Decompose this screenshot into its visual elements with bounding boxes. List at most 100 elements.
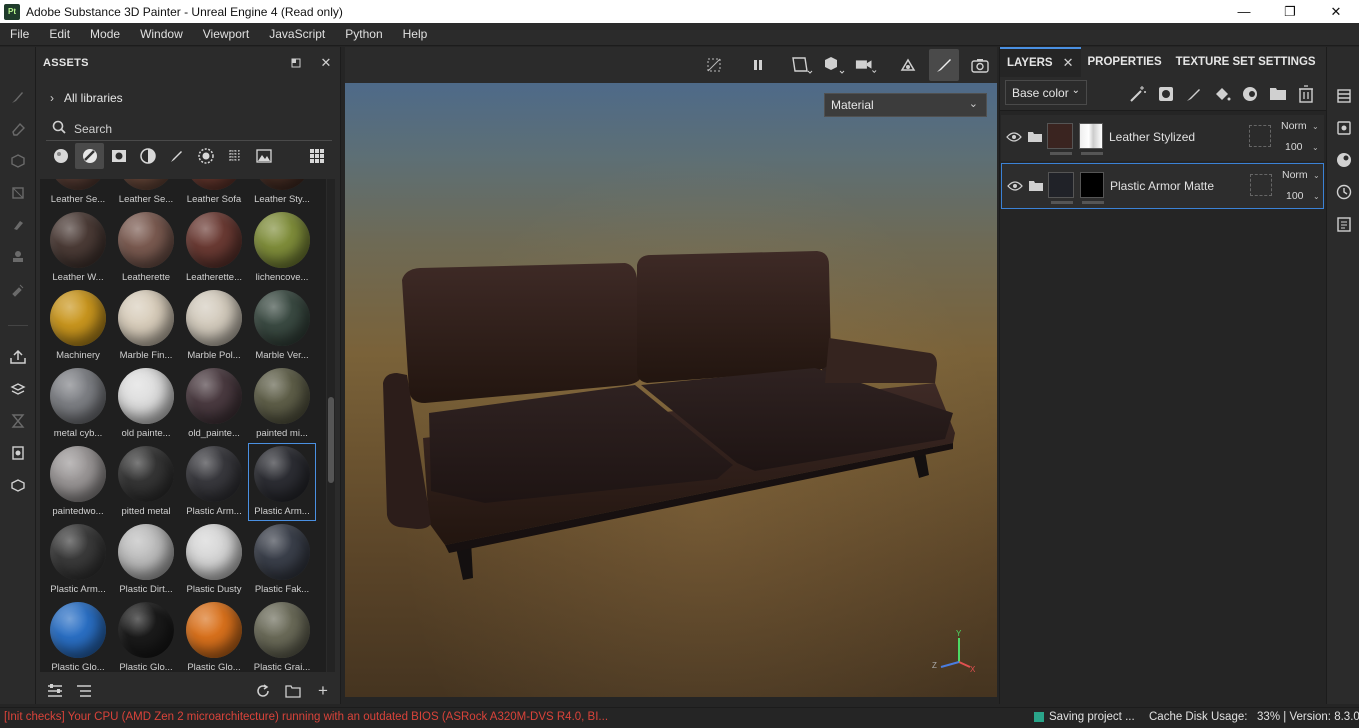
close-icon[interactable]: ✕: [1063, 55, 1074, 71]
layer-name[interactable]: Leather Stylized: [1109, 130, 1195, 144]
asset-thumbnail[interactable]: Leatherette: [112, 209, 180, 287]
camera-mode-icon[interactable]: [823, 55, 845, 75]
clipboard-icon[interactable]: [1335, 215, 1353, 233]
add-folder-icon[interactable]: [1269, 85, 1287, 103]
blend-mode[interactable]: Norm: [1282, 169, 1308, 181]
list-view-icon[interactable]: [75, 682, 93, 700]
history-icon[interactable]: [1335, 183, 1353, 201]
asset-thumbnail[interactable]: Leather Se...: [112, 179, 180, 209]
asset-thumbnail[interactable]: Plastic Arm...: [248, 443, 316, 521]
asset-thumbnail[interactable]: Leatherette...: [180, 209, 248, 287]
paint-brush-icon[interactable]: [8, 87, 28, 107]
asset-thumbnail[interactable]: Plastic Fak...: [248, 521, 316, 599]
layer-opacity[interactable]: 100: [1286, 190, 1304, 202]
asset-thumbnail[interactable]: Plastic Glo...: [180, 599, 248, 672]
layers-stack-icon[interactable]: [1335, 87, 1353, 105]
3d-viewport[interactable]: Material ⌄ Y X Z: [345, 83, 997, 697]
tab-properties[interactable]: PROPERTIES: [1081, 47, 1169, 77]
menu-edit[interactable]: Edit: [39, 27, 80, 41]
float-panel-icon[interactable]: [289, 56, 303, 70]
asset-thumbnail[interactable]: Leather Sty...: [248, 179, 316, 209]
asset-thumbnail[interactable]: Plastic Glo...: [44, 599, 112, 672]
refresh-icon[interactable]: [254, 682, 272, 700]
screenshot-icon[interactable]: [969, 55, 991, 75]
asset-thumbnail[interactable]: lichencove...: [248, 209, 316, 287]
close-button[interactable]: ✕: [1313, 0, 1359, 23]
smudge-icon[interactable]: [8, 215, 28, 235]
smart-masks-filter-icon[interactable]: [133, 143, 162, 169]
asset-thumbnail[interactable]: Plastic Arm...: [44, 521, 112, 599]
layer-mask-thumbnail[interactable]: [1080, 172, 1104, 198]
pause-icon[interactable]: [747, 55, 769, 75]
alphas-filter-icon[interactable]: [192, 143, 221, 169]
hide-ui-icon[interactable]: [703, 55, 725, 75]
add-effect-icon[interactable]: [1129, 85, 1147, 103]
bake-icon[interactable]: [8, 379, 28, 399]
asset-thumbnail[interactable]: Plastic Glo...: [112, 599, 180, 672]
asset-thumbnail[interactable]: Leather Se...: [44, 179, 112, 209]
polygon-fill-icon[interactable]: [8, 183, 28, 203]
camera-icon[interactable]: [855, 55, 877, 75]
new-folder-icon[interactable]: [284, 682, 302, 700]
settings-icon[interactable]: [1335, 119, 1353, 137]
layer-row[interactable]: Leather Stylized Norm ⌄ 100 ⌄: [1001, 115, 1324, 161]
color-picker-icon[interactable]: [8, 279, 28, 299]
chevron-down-icon[interactable]: ⌄: [1313, 192, 1320, 201]
init-check-warning[interactable]: [Init checks] Your CPU (AMD Zen 2 microa…: [4, 711, 608, 723]
grid-view-icon[interactable]: [303, 143, 332, 169]
selection-tool-icon[interactable]: [791, 55, 813, 75]
environments-filter-icon[interactable]: [250, 143, 279, 169]
asset-thumbnail[interactable]: Plastic Grai...: [248, 599, 316, 672]
display-icon[interactable]: [1335, 151, 1353, 169]
masks-filter-icon[interactable]: [104, 143, 133, 169]
menu-mode[interactable]: Mode: [80, 27, 130, 41]
search-input[interactable]: [74, 121, 314, 136]
chevron-down-icon[interactable]: ⌄: [1312, 143, 1319, 152]
add-fill-layer-icon[interactable]: [1213, 85, 1231, 103]
brushes-filter-icon[interactable]: [162, 143, 191, 169]
eye-icon[interactable]: [1007, 180, 1023, 192]
paint-mode-icon[interactable]: [929, 49, 959, 81]
layer-thumbnail[interactable]: [1048, 172, 1074, 198]
asset-thumbnail[interactable]: Plastic Dusty: [180, 521, 248, 599]
add-color-selection-icon[interactable]: [1241, 85, 1259, 103]
smart-materials-filter-icon[interactable]: [75, 143, 105, 169]
textures-filter-icon[interactable]: [221, 143, 250, 169]
add-icon[interactable]: +: [314, 681, 332, 700]
delete-icon[interactable]: [1297, 85, 1315, 103]
projection-icon[interactable]: [8, 151, 28, 171]
asset-scrollbar[interactable]: [327, 179, 335, 672]
scrollbar-thumb[interactable]: [328, 397, 334, 483]
add-mask-icon[interactable]: [1157, 85, 1175, 103]
export-icon[interactable]: [8, 347, 28, 367]
asset-thumbnail[interactable]: metal cyb...: [44, 365, 112, 443]
asset-thumbnail[interactable]: Leather W...: [44, 209, 112, 287]
layer-mask-thumbnail[interactable]: [1079, 123, 1103, 149]
asset-thumbnail[interactable]: Marble Fin...: [112, 287, 180, 365]
channel-select[interactable]: Base color ⌄: [1005, 80, 1087, 105]
menu-javascript[interactable]: JavaScript: [259, 27, 335, 41]
add-paint-layer-icon[interactable]: [1185, 85, 1203, 103]
asset-thumbnail[interactable]: old painte...: [112, 365, 180, 443]
eye-icon[interactable]: [1006, 131, 1022, 143]
minimize-button[interactable]: —: [1221, 0, 1267, 23]
menu-python[interactable]: Python: [335, 27, 392, 41]
shelf-icon[interactable]: [8, 475, 28, 495]
asset-thumbnail[interactable]: Leather Sofa: [180, 179, 248, 209]
materials-filter-icon[interactable]: [46, 143, 75, 169]
layer-thumbnail[interactable]: [1047, 123, 1073, 149]
tab-layers[interactable]: LAYERS ✕: [1000, 47, 1081, 77]
asset-thumbnail[interactable]: Plastic Arm...: [180, 443, 248, 521]
blend-mode[interactable]: Norm: [1281, 120, 1307, 132]
hourglass-icon[interactable]: [8, 411, 28, 431]
asset-thumbnail[interactable]: Marble Ver...: [248, 287, 316, 365]
asset-thumbnail[interactable]: paintedwo...: [44, 443, 112, 521]
close-panel-icon[interactable]: ✕: [319, 55, 333, 70]
menu-window[interactable]: Window: [130, 27, 193, 41]
eraser-icon[interactable]: [8, 119, 28, 139]
asset-thumbnail[interactable]: painted mi...: [248, 365, 316, 443]
asset-thumbnail[interactable]: Marble Pol...: [180, 287, 248, 365]
display-settings-icon[interactable]: [8, 443, 28, 463]
layer-name[interactable]: Plastic Armor Matte: [1110, 179, 1214, 193]
menu-file[interactable]: File: [0, 27, 39, 41]
